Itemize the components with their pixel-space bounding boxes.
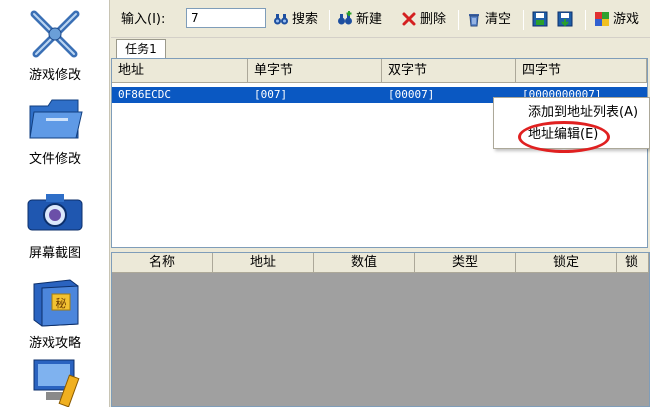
game-button-label: 游戏 xyxy=(613,12,640,27)
row-byte2: [00007] xyxy=(388,88,435,101)
sidebar-item-game-modify[interactable]: 游戏修改 xyxy=(0,8,110,83)
red-x-icon xyxy=(401,11,417,27)
binoculars-plus-icon xyxy=(337,10,353,27)
game-button[interactable]: 游戏 xyxy=(594,10,639,30)
column-header-address[interactable]: 地址 xyxy=(112,59,248,83)
sidebar-item-label: 文件修改 xyxy=(28,152,81,167)
input-label: 输入(I): xyxy=(121,12,166,27)
toolbar-separator xyxy=(523,10,524,30)
address-results-list[interactable]: 地址 单字节 双字节 四字节 0F86ECDC [007] [00007] [0… xyxy=(111,58,648,248)
trash-icon xyxy=(466,11,482,27)
sidebar-item-label: 屏幕截图 xyxy=(28,246,81,261)
svg-text:秘: 秘 xyxy=(56,296,67,310)
menu-item-edit-address[interactable]: 地址编辑(E) xyxy=(528,126,598,144)
toolbar-separator xyxy=(585,10,586,30)
load-icon xyxy=(557,11,573,27)
column-header-lock[interactable]: 锁定 xyxy=(516,253,617,273)
address-list[interactable]: 名称 地址 数值 类型 锁定 锁 xyxy=(111,252,650,407)
column-header-address[interactable]: 地址 xyxy=(213,253,314,273)
column-header-byte1[interactable]: 单字节 xyxy=(248,59,382,83)
search-button-label: 搜索 xyxy=(292,12,319,27)
delete-button[interactable]: 删除 xyxy=(401,10,446,30)
context-menu: 添加到地址列表(A) 地址编辑(E) xyxy=(493,97,650,149)
sidebar: 游戏修改 文件修改 屏幕截图 秘 游戏攻略 xyxy=(0,0,110,407)
toolbar: 输入(I): 7 搜索 新建 删除 清空 游戏 xyxy=(111,0,650,38)
value-input[interactable]: 7 xyxy=(186,8,266,28)
computer-icon xyxy=(24,356,86,407)
camera-icon xyxy=(24,186,86,238)
swords-icon xyxy=(24,8,86,60)
load-button[interactable] xyxy=(557,10,576,30)
column-header-value[interactable]: 数值 xyxy=(314,253,415,273)
folder-icon xyxy=(24,92,86,144)
toolbar-separator xyxy=(329,10,330,30)
clear-button-label: 清空 xyxy=(485,12,512,27)
secret-book-icon: 秘 xyxy=(24,276,86,328)
clear-button[interactable]: 清空 xyxy=(466,10,511,30)
menu-item-add-to-address-list[interactable]: 添加到地址列表(A) xyxy=(528,104,638,122)
new-button[interactable]: 新建 xyxy=(337,10,382,30)
column-header-byte4[interactable]: 四字节 xyxy=(516,59,647,83)
delete-button-label: 删除 xyxy=(420,12,447,27)
tab-strip: 任务1 xyxy=(111,38,650,58)
binoculars-icon xyxy=(273,11,289,27)
sidebar-item-label: 游戏攻略 xyxy=(28,336,81,351)
new-button-label: 新建 xyxy=(356,12,383,27)
sidebar-item-file-modify[interactable]: 文件修改 xyxy=(0,92,110,167)
column-header-byte2[interactable]: 双字节 xyxy=(382,59,516,83)
column-header-name[interactable]: 名称 xyxy=(112,253,213,273)
tab-task1[interactable]: 任务1 xyxy=(116,39,166,58)
save-icon xyxy=(532,11,548,27)
sidebar-item-label: 游戏修改 xyxy=(28,68,81,83)
toolbar-separator xyxy=(458,10,459,30)
search-button[interactable]: 搜索 xyxy=(273,10,318,30)
column-header-lock-2[interactable]: 锁 xyxy=(617,253,649,273)
column-header-type[interactable]: 类型 xyxy=(415,253,516,273)
sidebar-item-system[interactable] xyxy=(0,356,110,407)
sidebar-item-screenshot[interactable]: 屏幕截图 xyxy=(0,186,110,261)
row-address: 0F86ECDC xyxy=(118,88,171,101)
save-button[interactable] xyxy=(532,10,551,30)
row-byte1: [007] xyxy=(254,88,288,101)
game-icon xyxy=(594,11,610,27)
sidebar-item-game-guide[interactable]: 秘 游戏攻略 xyxy=(0,276,110,351)
